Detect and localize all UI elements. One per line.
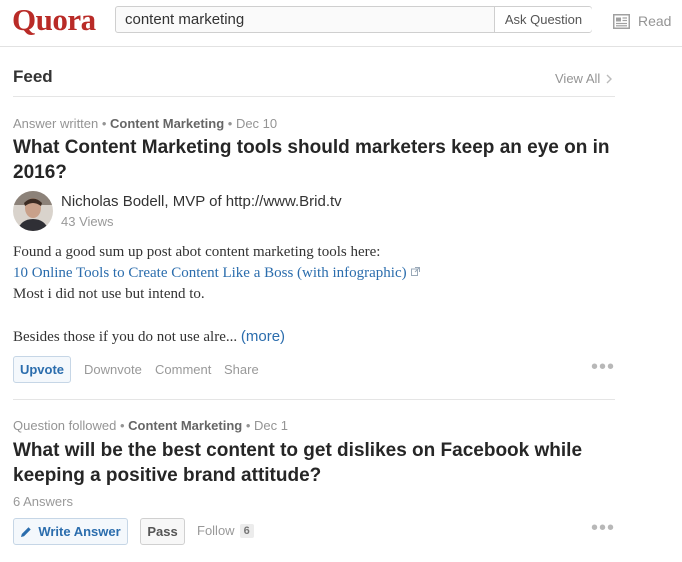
- author-name-link[interactable]: Nicholas Bodell, MVP of http://www.Brid.…: [61, 193, 342, 210]
- share-button[interactable]: Share: [224, 362, 259, 377]
- answer-count[interactable]: 6 Answers: [13, 494, 73, 509]
- follow-label: Follow: [197, 523, 235, 538]
- search-input[interactable]: [116, 7, 494, 32]
- read-label: Read: [638, 13, 672, 29]
- view-all-label: View All: [555, 71, 601, 86]
- search-bar: Ask Question: [115, 6, 592, 33]
- author-avatar[interactable]: [13, 191, 53, 231]
- more-options-icon[interactable]: •••: [591, 517, 615, 540]
- follow-button[interactable]: Follow 6: [197, 523, 254, 538]
- follow-count-badge: 6: [239, 523, 254, 538]
- comment-button[interactable]: Comment: [155, 362, 211, 377]
- answer-truncated-text: Besides those if you do not use alre...: [13, 329, 238, 345]
- story-divider: [13, 399, 615, 400]
- write-answer-label: Write Answer: [38, 524, 121, 539]
- more-options-icon[interactable]: •••: [591, 356, 615, 379]
- read-nav-item[interactable]: Read: [613, 12, 671, 30]
- story-meta-action: Answer written: [13, 116, 99, 131]
- downvote-button[interactable]: Downvote: [84, 362, 142, 377]
- upvote-button[interactable]: Upvote: [13, 356, 71, 383]
- story-meta: Answer written • Content Marketing • Dec…: [13, 116, 278, 131]
- view-all-link[interactable]: View All: [555, 71, 613, 86]
- article-link[interactable]: 10 Online Tools to Create Content Like a…: [13, 265, 407, 281]
- avatar-image: [13, 191, 53, 231]
- question-title-link[interactable]: What will be the best content to get dis…: [13, 438, 613, 488]
- more-link[interactable]: (more): [241, 328, 285, 345]
- answer-text-line: Found a good sum up post abot content ma…: [13, 244, 381, 260]
- story-date: Dec 1: [254, 418, 288, 433]
- view-count: 43 Views: [61, 214, 114, 229]
- chevron-right-icon: [606, 74, 613, 83]
- newspaper-icon: [613, 13, 630, 29]
- write-answer-button[interactable]: Write Answer: [13, 518, 128, 545]
- top-navigation-bar: Quora Ask Question Read: [0, 0, 682, 47]
- question-title-link[interactable]: What Content Marketing tools should mark…: [13, 135, 613, 185]
- answer-text-line: Most i did not use but intend to.: [13, 286, 205, 302]
- pencil-icon: [21, 526, 32, 537]
- story-meta-action: Question followed: [13, 418, 117, 433]
- feed-title: Feed: [13, 67, 53, 86]
- ask-question-button[interactable]: Ask Question: [494, 7, 592, 32]
- topic-link[interactable]: Content Marketing: [110, 116, 224, 131]
- story-date: Dec 10: [235, 116, 278, 131]
- answer-link-line: 10 Online Tools to Create Content Like a…: [13, 263, 613, 284]
- answer-text-line: Besides those if you do not use alre... …: [13, 326, 613, 348]
- external-link-icon: [410, 267, 420, 276]
- quora-logo[interactable]: Quora: [12, 2, 96, 38]
- feed-divider: [13, 96, 615, 97]
- pass-button[interactable]: Pass: [140, 518, 185, 545]
- story-meta: Question followed • Content Marketing • …: [13, 418, 288, 433]
- topic-link[interactable]: Content Marketing: [128, 418, 242, 433]
